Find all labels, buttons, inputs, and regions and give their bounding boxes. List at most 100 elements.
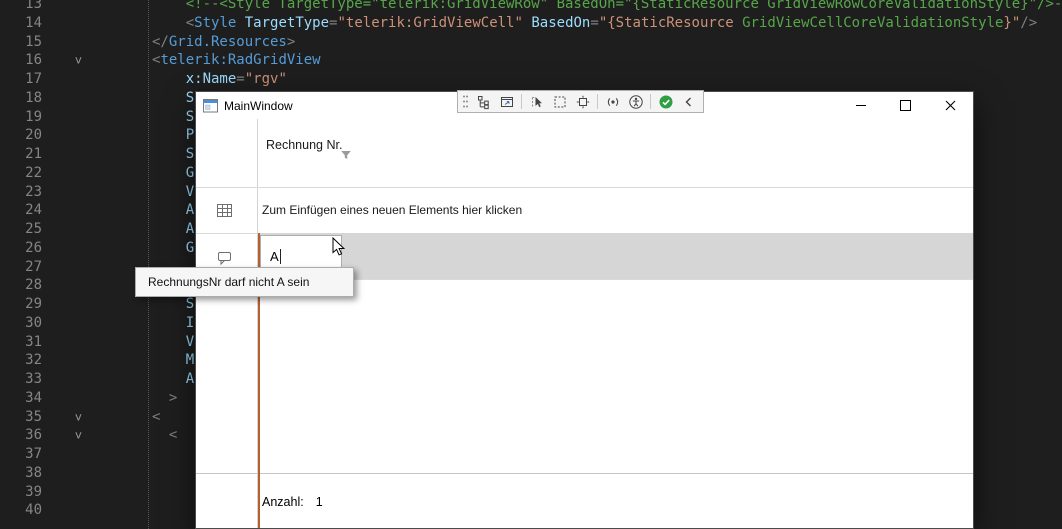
row-indicator-column [196,119,258,528]
line-number[interactable]: 35 [0,408,42,427]
xaml-live-preview-button[interactable] [496,92,517,111]
code-line[interactable]: 16><telerik:RadGridView [0,51,1062,70]
line-number[interactable]: 26 [0,239,42,258]
code-text: M [152,351,194,370]
fold-chevron-icon[interactable]: > [69,409,88,425]
line-number[interactable]: 30 [0,314,42,333]
accessibility-checker-button[interactable] [625,92,646,111]
editing-row[interactable] [258,233,973,279]
minimize-button[interactable] [838,92,883,119]
toolbar-separator [597,94,598,109]
inapp-debug-toolbar[interactable] [457,90,704,113]
toolbar-separator [650,94,651,109]
validation-tooltip: RechnungsNr darf nicht A sein [135,267,354,297]
code-text: G [152,164,194,183]
layout-adornments-icon [552,94,568,110]
hot-reload-button[interactable] [602,92,623,111]
line-number[interactable]: 33 [0,370,42,389]
code-text: I [152,314,194,333]
code-line[interactable]: 13 <!--<Style TargetType="telerik:GridVi… [0,0,1062,14]
status-check-icon [658,94,674,110]
line-number[interactable]: 22 [0,164,42,183]
line-number[interactable]: 39 [0,483,42,502]
code-text: <!--<Style TargetType="telerik:GridViewR… [152,0,1062,14]
line-number[interactable]: 16 [0,51,42,70]
insert-new-row[interactable]: Zum Einfügen eines neuen Elements hier k… [262,203,522,217]
footer-count: Anzahl: 1 [262,495,323,509]
line-number[interactable]: 24 [0,201,42,220]
line-number[interactable]: 20 [0,126,42,145]
code-text: P [152,126,194,145]
filter-funnel-icon[interactable] [340,148,352,166]
line-number[interactable]: 32 [0,351,42,370]
cell-editor-value: A [270,249,279,264]
mainwindow: MainWindow Rechnung Nr. [195,91,974,529]
code-text: x:Name="rgv" [152,70,287,89]
code-text: <Style TargetType="telerik:GridViewCell"… [152,14,1037,33]
code-text: V [152,333,194,352]
drag-handle-icon [462,94,469,109]
line-number[interactable]: 23 [0,183,42,202]
code-text: V [152,183,194,202]
line-number[interactable]: 19 [0,108,42,127]
line-number[interactable]: 21 [0,145,42,164]
line-number[interactable]: 37 [0,445,42,464]
header-divider [196,187,973,188]
footer-count-label: Anzahl: [262,495,304,509]
enable-selection-button[interactable] [526,92,547,111]
hot-reload-status-button[interactable] [655,92,676,111]
code-text: < [152,426,177,445]
line-number[interactable]: 31 [0,333,42,352]
enable-selection-icon [529,94,545,110]
text-caret [280,249,281,264]
insert-row-icon [216,202,233,224]
code-text: S [152,108,194,127]
go-to-live-visual-tree-button[interactable] [473,92,494,111]
hot-reload-icon [605,94,621,110]
line-number[interactable]: 29 [0,295,42,314]
mouse-cursor [332,237,346,262]
line-number[interactable]: 40 [0,501,42,520]
code-line[interactable]: 17 x:Name="rgv" [0,70,1062,89]
code-text: A [152,370,194,389]
code-text: < [152,408,160,427]
app-icon [203,99,218,113]
line-number[interactable]: 34 [0,389,42,408]
line-number[interactable]: 13 [0,0,42,14]
line-number[interactable]: 15 [0,33,42,52]
window-title: MainWindow [224,99,293,113]
display-layout-adornments-button[interactable] [549,92,570,111]
line-number[interactable]: 28 [0,276,42,295]
footer-count-value: 1 [316,495,323,509]
maximize-button[interactable] [883,92,928,119]
footer-divider [196,473,973,474]
column-header-rechnung-nr[interactable]: Rechnung Nr. [266,137,346,154]
line-number[interactable]: 14 [0,14,42,33]
fold-chevron-icon[interactable]: > [69,53,88,69]
code-text: A [152,201,194,220]
line-number[interactable]: 17 [0,70,42,89]
accessibility-checker-icon [628,94,644,110]
fold-chevron-icon[interactable]: > [69,428,88,444]
code-text: S [152,145,194,164]
code-text: A [152,220,194,239]
line-number[interactable]: 36 [0,426,42,445]
line-number[interactable]: 25 [0,220,42,239]
toolbar-drag-handle[interactable] [462,94,469,109]
code-text: G [152,239,194,258]
line-number[interactable]: 18 [0,89,42,108]
code-text: > [152,389,177,408]
live-visual-tree-icon [476,94,492,110]
code-line[interactable]: 15 </Grid.Resources> [0,33,1062,52]
line-number[interactable]: 27 [0,258,42,277]
window-controls [838,92,973,119]
track-focus-icon [575,94,591,110]
code-text: </Grid.Resources> [152,33,295,52]
collapse-toolbar-button[interactable] [678,92,699,111]
track-focused-element-button[interactable] [572,92,593,111]
line-number[interactable]: 38 [0,464,42,483]
code-text: S [152,295,194,314]
close-button[interactable] [928,92,973,119]
code-line[interactable]: 14 <Style TargetType="telerik:GridViewCe… [0,14,1062,33]
code-text: S [152,89,194,108]
